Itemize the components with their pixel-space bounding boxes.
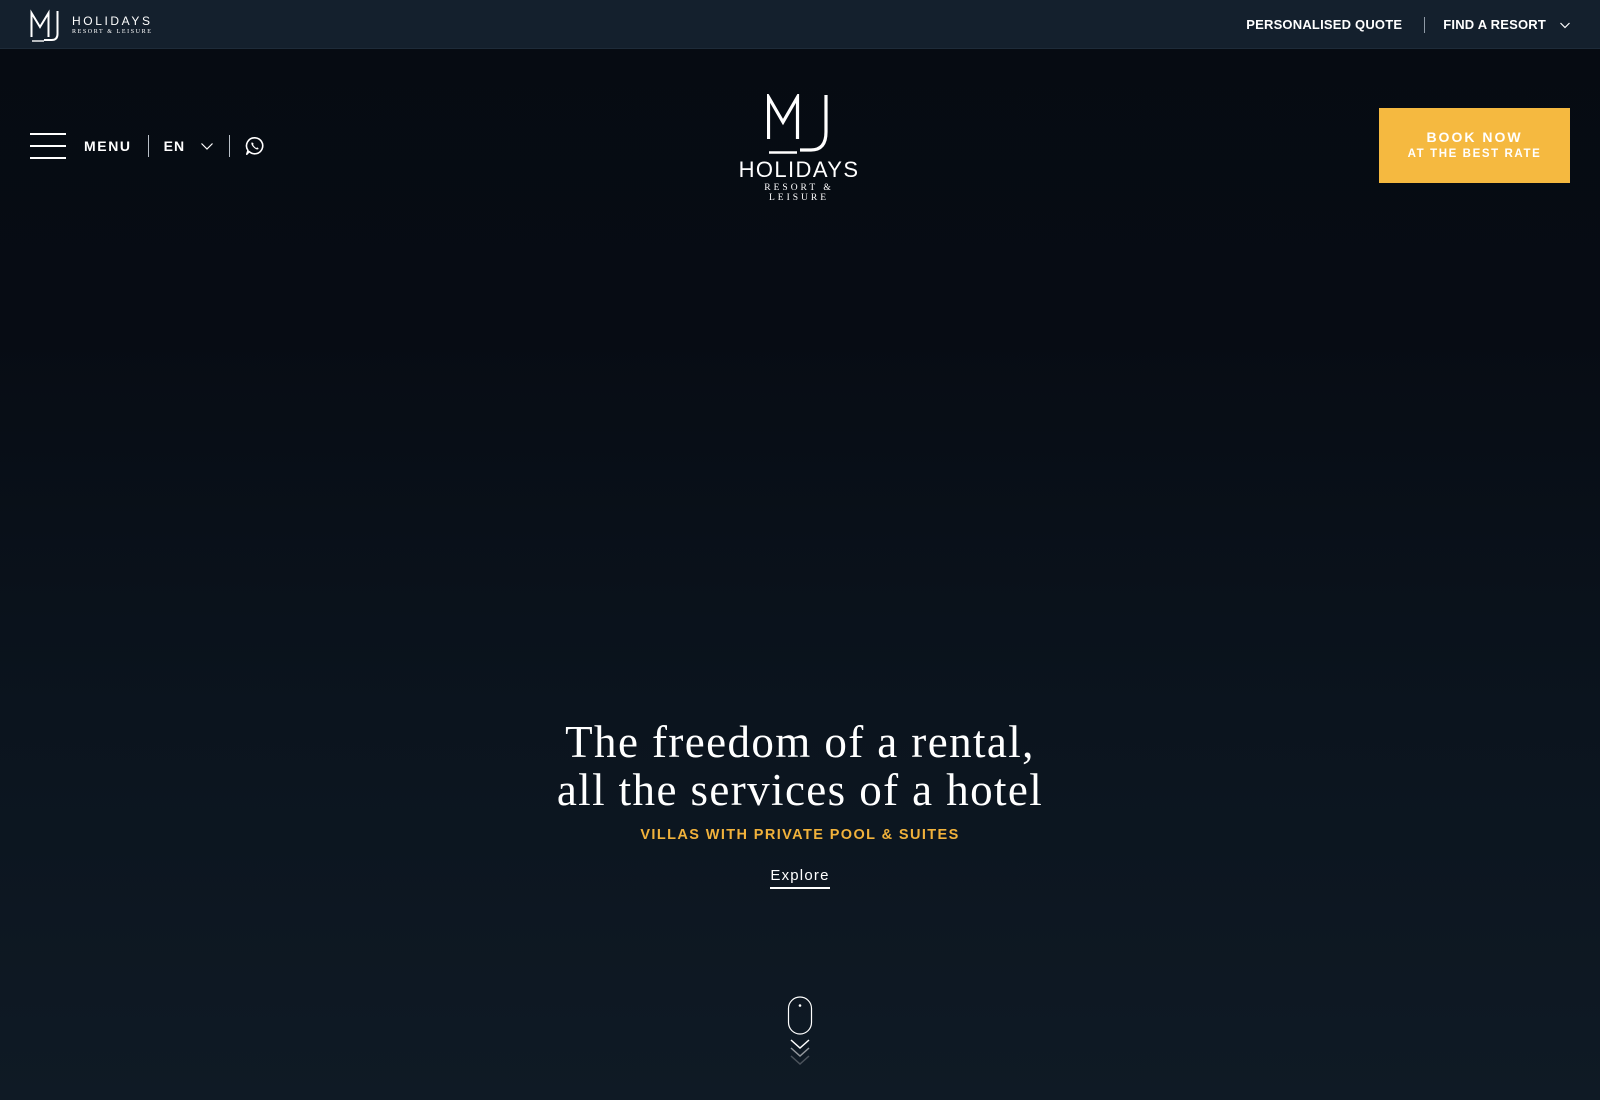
brand-tagline: RESORT & LEISURE [72, 28, 153, 35]
hero-subtitle: VILLAS WITH PRIVATE POOL & SUITES [640, 827, 960, 843]
hamburger-icon[interactable] [30, 133, 66, 159]
explore-link[interactable]: Explore [770, 867, 830, 889]
hero-title-line-2: all the services of a hotel [556, 765, 1044, 815]
hero-section: The freedom of a rental, all the service… [400, 718, 1200, 889]
topbar-logo[interactable]: HOLIDAYS RESORT & LEISURE [30, 7, 153, 43]
chevron-down-icon [201, 143, 214, 150]
brand-name: HOLIDAYS [72, 13, 153, 28]
book-now-label: BOOK NOW [1426, 129, 1523, 145]
chevron-down-icon [1560, 22, 1570, 28]
book-now-button[interactable]: BOOK NOW AT THE BEST RATE [1379, 108, 1570, 183]
top-bar: HOLIDAYS RESORT & LEISURE PERSONALISED Q… [0, 0, 1600, 49]
hero-title-line-1: The freedom of a rental, [565, 717, 1035, 767]
mj-logo-icon [767, 94, 828, 154]
logo-brand-name: HOLIDAYS [738, 157, 860, 182]
whatsapp-icon[interactable] [245, 136, 265, 156]
mj-logo-icon [30, 9, 59, 42]
find-resort-label: FIND A RESORT [1443, 17, 1546, 32]
logo-brand-tagline: RESORT & LEISURE [764, 183, 834, 203]
language-label: EN [163, 138, 186, 154]
main-logo[interactable]: HOLIDAYS RESORT & LEISURE [735, 94, 863, 203]
header-divider [229, 135, 231, 157]
topbar-divider [1424, 16, 1426, 33]
header-divider [147, 135, 149, 157]
book-now-sub-label: AT THE BEST RATE [1407, 148, 1542, 160]
header-left-controls: MENU EN [30, 128, 265, 164]
menu-button[interactable]: MENU [84, 138, 132, 154]
mouse-scroll-icon[interactable] [787, 996, 813, 1072]
language-selector[interactable]: EN [163, 138, 214, 154]
topbar-links: PERSONALISED QUOTE FIND A RESORT [1246, 0, 1570, 49]
topbar-brand-text: HOLIDAYS RESORT & LEISURE [72, 13, 153, 36]
personalised-quote-link[interactable]: PERSONALISED QUOTE [1246, 17, 1402, 32]
find-resort-dropdown[interactable]: FIND A RESORT [1443, 17, 1570, 32]
